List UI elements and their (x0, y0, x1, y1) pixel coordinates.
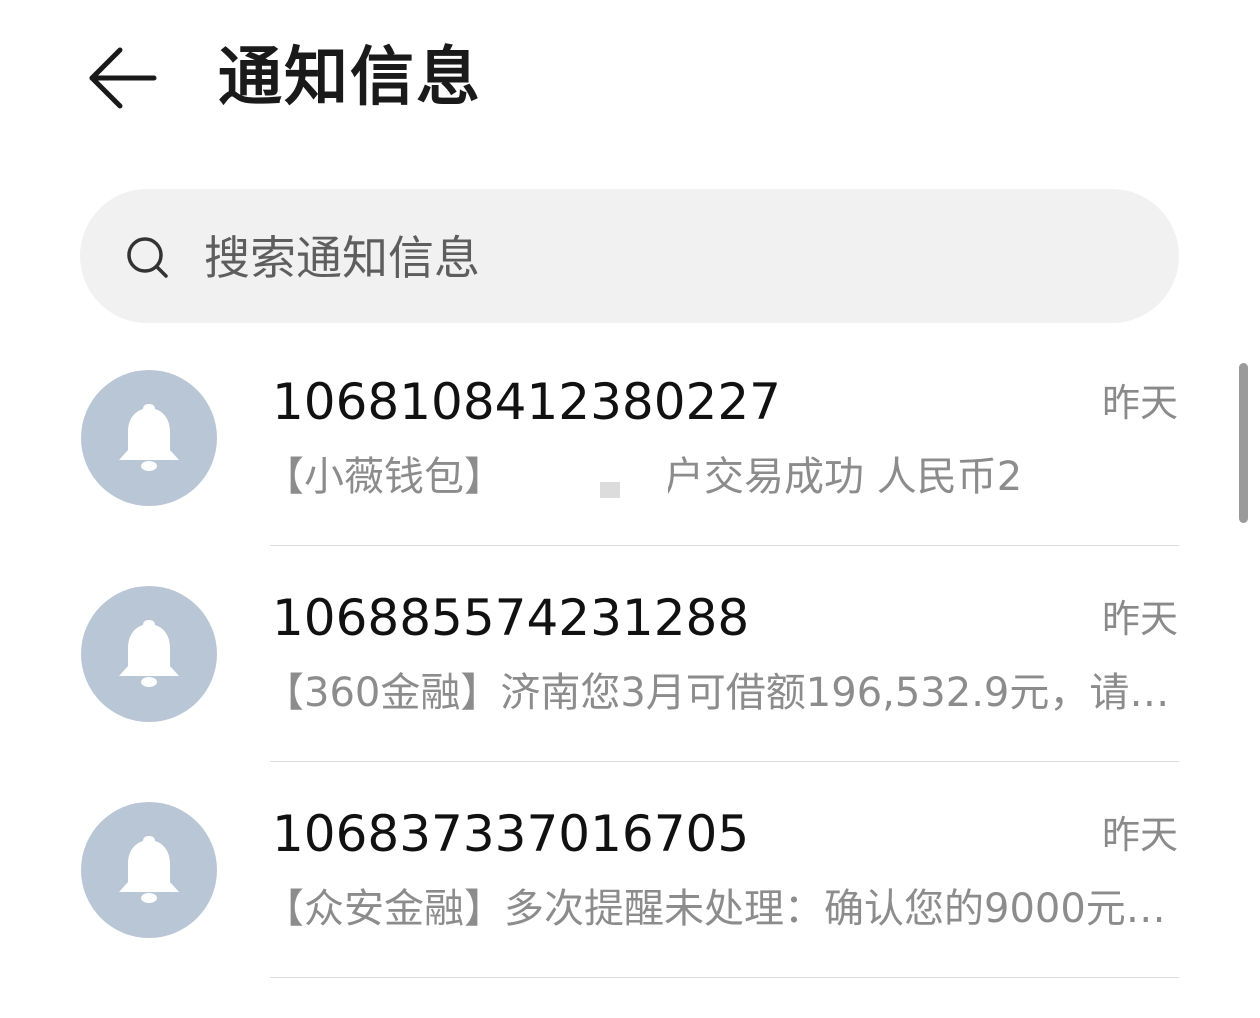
arrow-left-icon (89, 47, 157, 109)
message-preview: 【众安金融】多次提醒未处理：确认您的9000元额度 (264, 886, 1176, 932)
message-item[interactable]: 106885574231288 昨天 【360金融】济南您3月可借额196,53… (0, 586, 1240, 802)
message-sender: 1068108412380227 (272, 373, 781, 431)
back-button[interactable] (82, 40, 162, 120)
message-time: 昨天 (1101, 813, 1178, 857)
message-time: 昨天 (1101, 381, 1178, 425)
message-item[interactable]: 106837337016705 昨天 【众安金融】多次提醒未处理：确认您的900… (0, 802, 1240, 1018)
redaction-mask (498, 454, 668, 506)
app-header: 通知信息 (0, 0, 1260, 160)
message-sender: 106885574231288 (272, 589, 750, 647)
page-title: 通知信息 (218, 41, 482, 115)
avatar (81, 586, 217, 722)
avatar (81, 370, 217, 506)
message-sender: 106837337016705 (272, 805, 750, 863)
avatar (81, 802, 217, 938)
message-preview: 【小薇钱包】尊敬的用户交易成功 人民币2 (264, 454, 1023, 500)
message-item[interactable]: 1068108412380227 昨天 【小薇钱包】尊敬的用户交易成功 人民币2 (0, 370, 1240, 586)
search-input[interactable] (204, 226, 1104, 290)
bell-icon (119, 620, 179, 687)
message-time: 昨天 (1101, 597, 1178, 641)
message-preview: 【360金融】济南您3月可借额196,532.9元，请尽快查看 (264, 670, 1176, 716)
bell-icon (119, 404, 179, 471)
divider (270, 545, 1179, 546)
redaction-mark (600, 482, 620, 498)
search-icon (124, 234, 172, 282)
divider (270, 761, 1179, 762)
scrollbar[interactable] (1239, 363, 1248, 523)
bell-icon (119, 836, 179, 903)
divider (270, 977, 1179, 978)
